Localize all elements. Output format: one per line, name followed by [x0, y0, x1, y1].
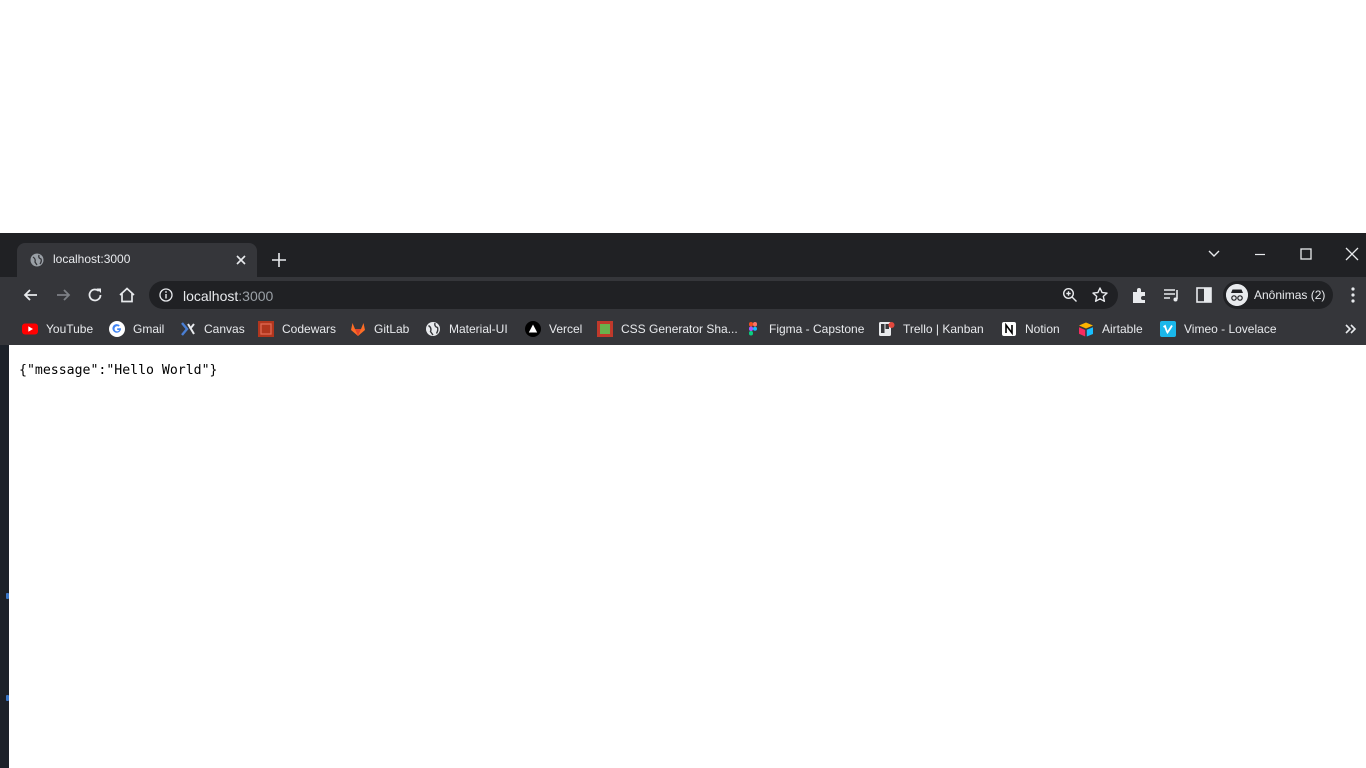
incognito-avatar-icon [1226, 284, 1248, 306]
close-tab-icon[interactable] [233, 252, 249, 268]
url-host: localhost [183, 288, 239, 304]
bookmark-css-generator[interactable]: CSS Generator Sha... [597, 320, 738, 338]
bookmark-codewars[interactable]: Codewars [258, 320, 336, 338]
bookmark-canvas[interactable]: Canvas [180, 320, 245, 338]
bookmark-label: Material-UI [449, 322, 508, 336]
vimeo-icon [1160, 321, 1176, 337]
more-menu-icon[interactable] [1343, 285, 1363, 305]
address-bar[interactable]: localhost:3000 [149, 281, 1118, 309]
back-arrow-icon[interactable] [21, 285, 41, 305]
bookmark-label: Canvas [204, 322, 245, 336]
bookmark-label: YouTube [46, 322, 94, 336]
maximize-icon[interactable] [1291, 239, 1321, 269]
bookmark-label: Notion [1025, 322, 1060, 336]
airtable-icon [1079, 322, 1093, 337]
bookmark-figma[interactable]: Figma - Capstone [745, 320, 864, 338]
reload-icon[interactable] [85, 285, 105, 305]
bookmark-gmail[interactable]: Gmail [109, 320, 164, 338]
home-icon[interactable] [117, 285, 137, 305]
url-port: :3000 [238, 288, 274, 304]
minimize-icon[interactable] [1245, 239, 1275, 269]
bookmark-youtube[interactable]: YouTube [22, 320, 93, 338]
profile-label: Anônimas (2) [1254, 288, 1326, 302]
bookmark-label: GitLab [374, 322, 410, 336]
browser-window: localhost:3000 localhost:3000 Anônimas (… [0, 233, 1366, 768]
zoom-icon[interactable] [1062, 287, 1078, 303]
browser-toolbar: localhost:3000 Anônimas (2) [0, 277, 1366, 313]
chevron-double-right-icon[interactable] [1344, 322, 1358, 336]
notion-icon [1002, 322, 1016, 336]
bookmark-label: Figma - Capstone [769, 322, 865, 336]
trello-icon [879, 322, 895, 336]
forward-arrow-icon[interactable] [53, 285, 73, 305]
blank-screen-area [0, 0, 1366, 233]
vercel-icon [525, 321, 541, 337]
bookmark-material-ui[interactable]: Material-UI [425, 320, 508, 338]
json-response-text: {"message":"Hello World"} [19, 363, 218, 378]
tab-localhost[interactable]: localhost:3000 [17, 243, 257, 277]
globe-icon [426, 322, 440, 336]
bookmark-airtable[interactable]: Airtable [1078, 320, 1143, 338]
youtube-icon [22, 323, 38, 335]
gitlab-icon [351, 323, 365, 336]
tab-search-icon[interactable] [1199, 239, 1229, 269]
bookmark-vercel[interactable]: Vercel [525, 320, 582, 338]
extensions-puzzle-icon[interactable] [1130, 285, 1150, 305]
profile-button[interactable]: Anônimas (2) [1223, 281, 1333, 309]
bookmark-label: Vercel [549, 322, 583, 336]
bookmark-gitlab[interactable]: GitLab [350, 320, 409, 338]
bookmark-vimeo[interactable]: Vimeo - Lovelace [1160, 320, 1277, 338]
page-content: {"message":"Hello World"} [9, 345, 1366, 768]
bookmark-label: Trello | Kanban [903, 322, 984, 336]
codewars-icon [258, 321, 274, 337]
bookmark-label: Gmail [133, 322, 165, 336]
bookmark-label: Codewars [282, 322, 337, 336]
side-panel-icon[interactable] [1194, 285, 1214, 305]
reading-list-icon[interactable] [1162, 285, 1182, 305]
google-icon [109, 321, 125, 337]
tab-title: localhost:3000 [53, 252, 131, 266]
bookmarks-bar: YouTube Gmail Canvas Codewars GitLab Mat… [0, 313, 1366, 345]
tab-strip: localhost:3000 [0, 233, 1366, 277]
bookmark-label: Vimeo - Lovelace [1184, 322, 1277, 336]
figma-icon [749, 322, 757, 336]
bookmark-star-icon[interactable] [1091, 286, 1109, 304]
css-generator-icon [597, 321, 613, 337]
new-tab-icon[interactable] [270, 251, 288, 269]
canvas-icon [181, 322, 195, 336]
site-info-icon[interactable] [159, 288, 173, 302]
globe-icon [30, 253, 44, 267]
bookmark-trello[interactable]: Trello | Kanban [879, 320, 984, 338]
bookmark-label: Airtable [1102, 322, 1143, 336]
close-window-icon[interactable] [1337, 239, 1366, 269]
bookmark-notion[interactable]: Notion [1001, 320, 1060, 338]
bookmark-label: CSS Generator Sha... [621, 322, 738, 336]
address-url[interactable]: localhost:3000 [183, 288, 273, 304]
